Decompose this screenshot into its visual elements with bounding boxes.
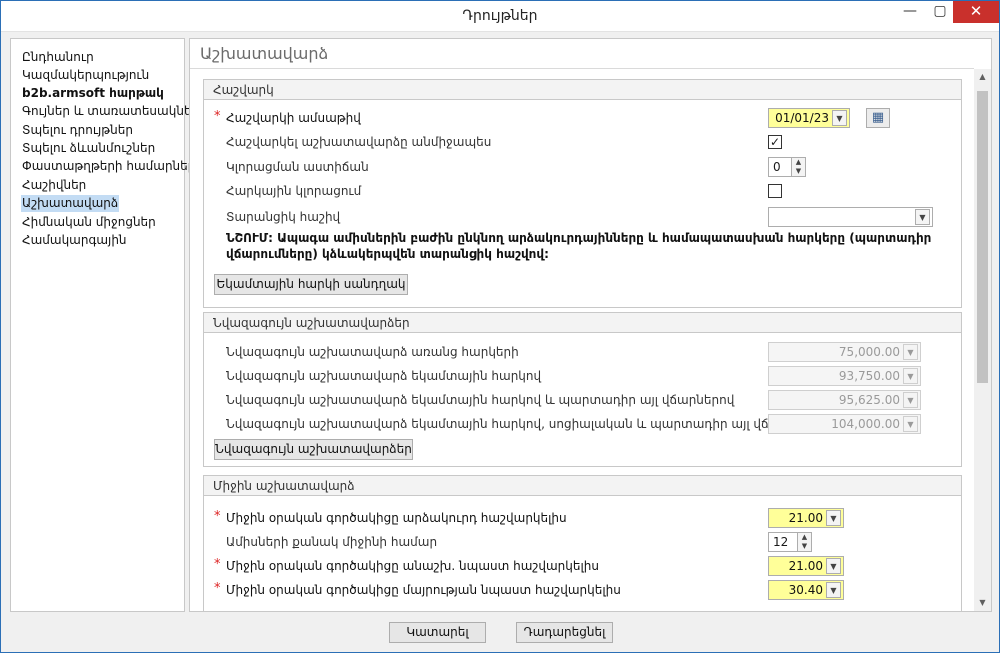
required-marker: * <box>214 509 221 524</box>
required-marker: * <box>214 109 221 124</box>
avg-months-stepper[interactable]: 12 ▲ ▼ <box>768 532 812 552</box>
ok-button[interactable]: Կատարել <box>389 622 486 643</box>
scrollbar-thumb[interactable] <box>977 91 988 383</box>
min-wage-field: 95,625.00 ▼ <box>768 390 921 410</box>
calculation-group: Հաշվարկ * Հաշվարկի ամսաթիվ 01/01/23 ▼ ▦ … <box>203 79 962 308</box>
chevron-down-icon: ▼ <box>903 416 918 432</box>
stepper-arrows-icon[interactable]: ▲ ▼ <box>797 533 811 551</box>
sidebar-item-general[interactable]: Ընդհանուր <box>21 49 95 66</box>
auto-calc-checkbox[interactable]: ✓ <box>768 135 782 149</box>
tax-rounding-label: Հարկային կլորացում <box>226 184 362 198</box>
min-wage-label: Նվազագույն աշխատավարձ առանց հարկերի <box>226 345 519 359</box>
min-wage-label: Նվազագույն աշխատավարձ եկամտային հարկով, … <box>226 417 826 431</box>
required-marker: * <box>214 581 221 596</box>
sidebar-item-document-numbers[interactable]: Փաստաթղթերի համարներ <box>21 158 196 175</box>
chevron-down-icon: ▼ <box>903 344 918 360</box>
cancel-button[interactable]: Դադարեցնել <box>516 622 613 643</box>
min-wage-label: Նվազագույն աշխատավարձ եկամտային հարկով և… <box>226 393 735 407</box>
calendar-icon[interactable]: ▦ <box>866 108 890 128</box>
stepper-arrows-icon[interactable]: ▲ ▼ <box>791 158 805 176</box>
vertical-scrollbar[interactable]: ▲ ▼ <box>974 69 991 611</box>
window-title: Դրույթներ <box>462 8 538 24</box>
chevron-down-icon: ▼ <box>903 392 918 408</box>
min-wage-field: 104,000.00 ▼ <box>768 414 921 434</box>
min-wage-value: 95,625.00 <box>838 393 900 407</box>
settings-nav: Ընդհանուր Կազմակերպություն b2b.armsoft հ… <box>10 38 199 612</box>
avg-vacation-coef-field[interactable]: 21.00 ▼ <box>768 508 844 528</box>
transit-account-select[interactable]: ▼ <box>768 207 933 227</box>
min-wage-field: 75,000.00 ▼ <box>768 342 921 362</box>
settings-content: Աշխատավարձ Հաշվարկ * Հաշվարկի ամսաթիվ 01… <box>189 38 992 612</box>
page-title: Աշխատավարձ <box>200 44 329 63</box>
calc-date-label: Հաշվարկի ամսաթիվ <box>226 111 361 125</box>
avg-disability-coef-field[interactable]: 21.00 ▼ <box>768 556 844 576</box>
income-tax-scale-button[interactable]: Եկամտային հարկի սանդղակ <box>214 274 408 295</box>
avg-maternity-coef-field[interactable]: 30.40 ▼ <box>768 580 844 600</box>
transit-account-label: Տարանցիկ հաշիվ <box>226 210 341 224</box>
title-bar: Դրույթներ — ▢ ✕ <box>1 1 999 32</box>
minimum-wages-group-header: Նվազագույն աշխատավարձեր <box>204 313 961 333</box>
chevron-down-icon[interactable]: ▼ <box>915 209 930 225</box>
minimum-wages-group: Նվազագույն աշխատավարձեր Նվազագույն աշխատ… <box>203 312 962 467</box>
scroll-down-icon[interactable]: ▼ <box>974 595 991 611</box>
sidebar-item-b2b[interactable]: b2b.armsoft հարթակ <box>21 85 165 102</box>
dialog-footer: Կատարել Դադարեցնել <box>1 615 999 652</box>
avg-disability-coef-label: Միջին օրական գործակիցը անաշխ. նպաստ հաշվ… <box>226 559 599 573</box>
min-wage-label: Նվազագույն աշխատավարձ եկամտային հարկով <box>226 369 542 383</box>
chevron-down-icon: ▼ <box>903 368 918 384</box>
calc-date-picker[interactable]: 01/01/23 ▼ <box>768 108 850 128</box>
chevron-down-icon[interactable]: ▼ <box>832 110 847 126</box>
scroll-up-icon[interactable]: ▲ <box>974 69 991 85</box>
avg-maternity-coef-value: 30.40 <box>788 583 823 597</box>
avg-months-label: Ամիսների քանակ միջինի համար <box>226 535 438 549</box>
sidebar-item-salary[interactable]: Աշխատավարձ <box>21 195 120 212</box>
maximize-icon[interactable]: ▢ <box>927 1 953 23</box>
sidebar-item-fixed-assets[interactable]: Հիմնական միջոցներ <box>21 214 157 231</box>
avg-disability-coef-value: 21.00 <box>788 559 823 573</box>
auto-calc-label: Հաշվարկել աշխատավարձը անմիջապես <box>226 135 492 149</box>
minimize-icon[interactable]: — <box>897 1 923 23</box>
sidebar-item-organization[interactable]: Կազմակերպություն <box>21 67 150 84</box>
close-icon[interactable]: ✕ <box>953 1 999 23</box>
settings-window: Դրույթներ — ▢ ✕ Ընդհանուր Կազմակերպությո… <box>0 0 1000 653</box>
minimum-wages-button[interactable]: Նվազագույն աշխատավարձեր <box>214 439 413 460</box>
min-wage-value: 93,750.00 <box>838 369 900 383</box>
salary-note: ՆՇՈՒՄ: Ապագա ամիսներին բաժին ընկնող արձա… <box>226 231 932 261</box>
min-wage-value: 75,000.00 <box>838 345 900 359</box>
sidebar-item-print-templates[interactable]: Տպելու ձևանմուշներ <box>21 140 156 157</box>
sidebar-item-colors-fonts[interactable]: Գույներ և տառատեսակներ <box>21 103 200 120</box>
avg-months-value: 12 <box>773 535 789 549</box>
chevron-down-icon[interactable]: ▼ <box>826 510 841 526</box>
chevron-down-icon[interactable]: ▼ <box>826 582 841 598</box>
rounding-stepper[interactable]: 0 ▲ ▼ <box>768 157 806 177</box>
average-wage-group-header: Միջին աշխատավարձ <box>204 476 961 496</box>
heading-divider <box>190 68 974 69</box>
sidebar-item-accounts[interactable]: Հաշիվներ <box>21 177 87 194</box>
average-wage-group: Միջին աշխատավարձ * Միջին օրական գործակից… <box>203 475 962 611</box>
calc-date-value: 01/01/23 <box>775 111 829 125</box>
required-marker: * <box>214 557 221 572</box>
avg-vacation-coef-value: 21.00 <box>788 511 823 525</box>
min-wage-field: 93,750.00 ▼ <box>768 366 921 386</box>
rounding-value: 0 <box>773 160 781 174</box>
rounding-label: Կլորացման աստիճան <box>226 160 369 174</box>
min-wage-value: 104,000.00 <box>831 417 900 431</box>
avg-maternity-coef-label: Միջին օրական գործակիցը մայրության նպաստ … <box>226 583 621 597</box>
tax-rounding-checkbox[interactable] <box>768 184 782 198</box>
avg-vacation-coef-label: Միջին օրական գործակիցը արձակուրդ հաշվարկ… <box>226 511 567 525</box>
sidebar-item-print-settings[interactable]: Տպելու դրույթներ <box>21 122 134 139</box>
calculation-group-header: Հաշվարկ <box>204 80 961 100</box>
chevron-down-icon[interactable]: ▼ <box>826 558 841 574</box>
sidebar-item-system[interactable]: Համակարգային <box>21 232 128 249</box>
